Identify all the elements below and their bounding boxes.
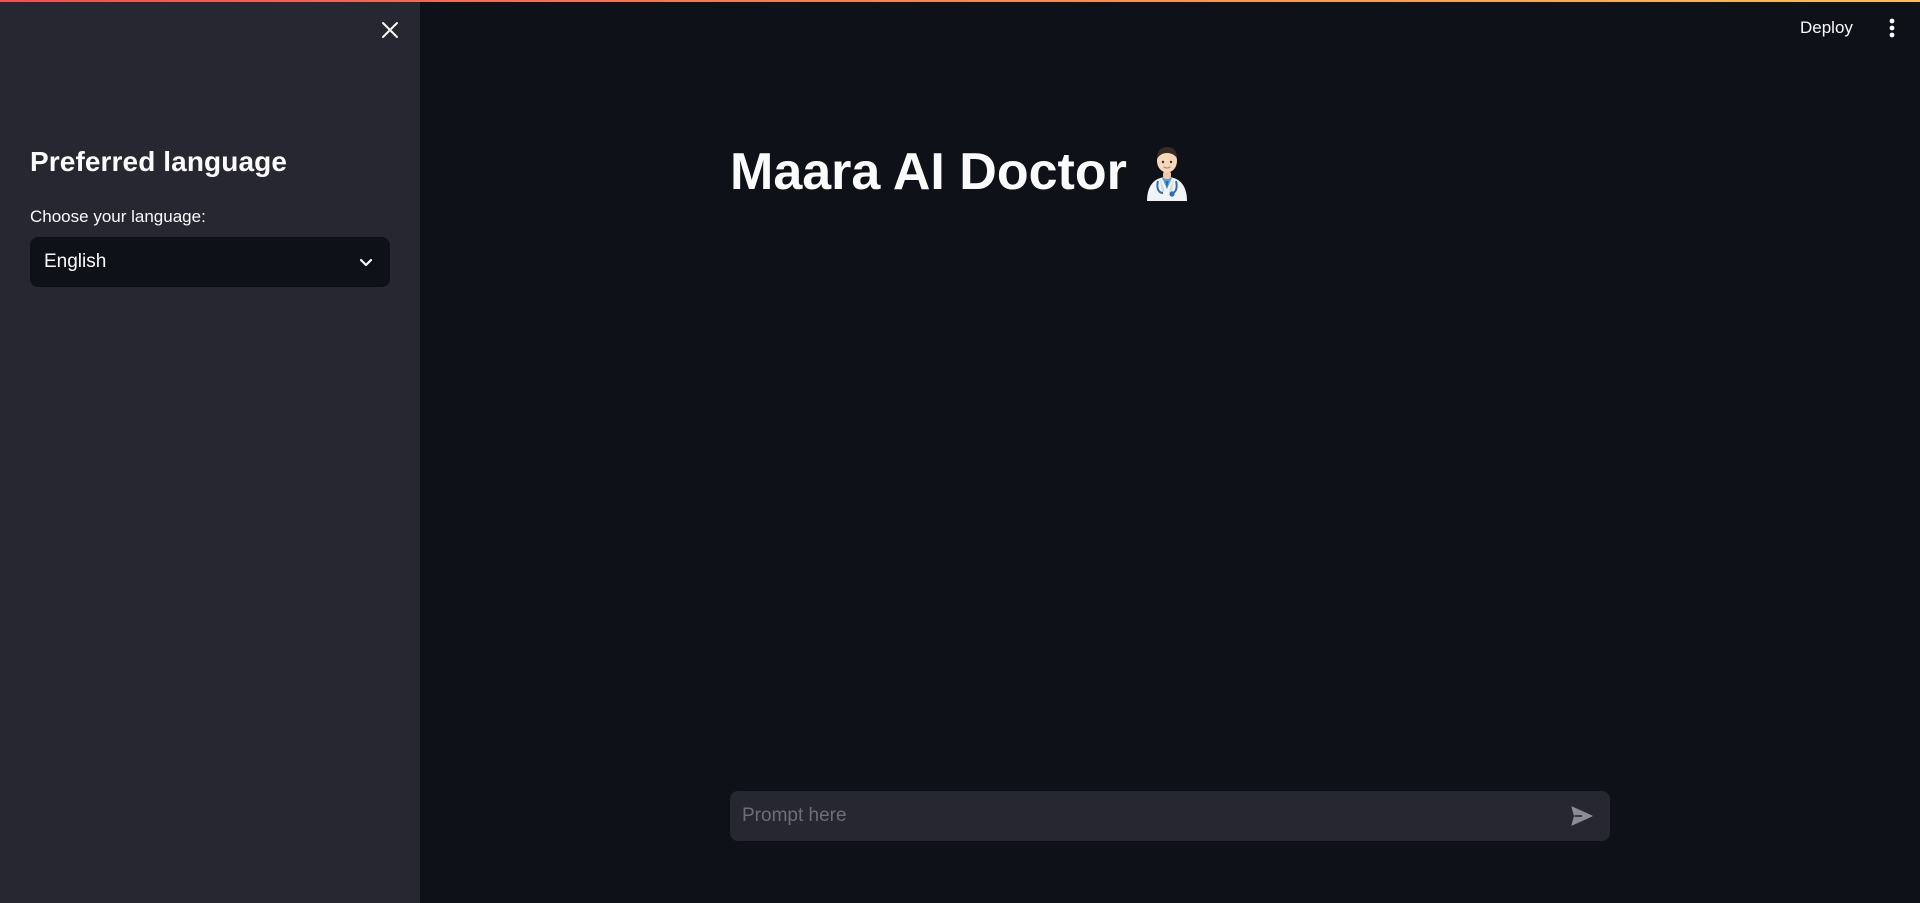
sidebar: Preferred language Choose your language:… <box>0 0 420 903</box>
deploy-button[interactable]: Deploy <box>1800 16 1853 40</box>
app-root: Preferred language Choose your language:… <box>0 0 1920 903</box>
page-title: Maara AI Doctor <box>730 142 1193 202</box>
language-select-label: Choose your language: <box>30 207 206 226</box>
chat-input[interactable] <box>742 805 1566 827</box>
main-menu-button[interactable] <box>1880 14 1904 42</box>
top-decoration-bar <box>0 0 1920 2</box>
language-select[interactable]: English <box>30 237 390 287</box>
sidebar-close-button[interactable] <box>376 16 404 44</box>
doctor-emoji-icon <box>1146 147 1187 201</box>
chevron-down-icon <box>356 252 376 272</box>
send-icon <box>1571 806 1593 826</box>
send-button[interactable] <box>1566 800 1598 832</box>
sidebar-heading: Preferred language <box>30 146 287 177</box>
page-title-text: Maara AI Doctor <box>730 143 1127 201</box>
more-vertical-icon <box>1889 18 1895 38</box>
language-select-value: English <box>44 251 107 272</box>
close-icon <box>382 22 398 38</box>
chat-input-container <box>730 791 1610 841</box>
